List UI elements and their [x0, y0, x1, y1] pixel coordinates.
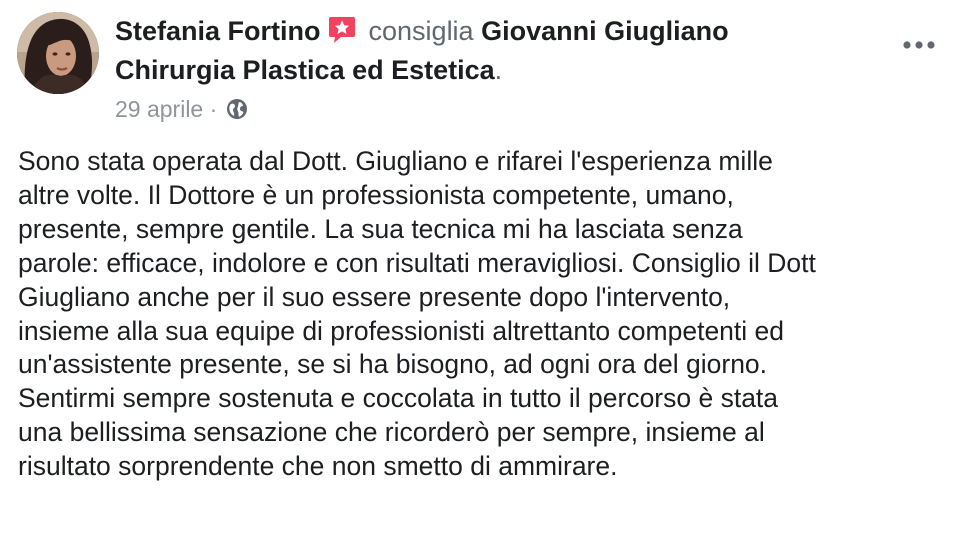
- globe-icon[interactable]: [226, 98, 248, 120]
- more-options-icon: [903, 41, 935, 49]
- page-name-line1[interactable]: Giovanni Giugliano: [481, 16, 729, 46]
- post-body-text: Sono stata operata dal Dott. Giugliano e…: [18, 146, 816, 482]
- page-name-suffix: .: [494, 55, 503, 85]
- author-name[interactable]: Stefania Fortino: [115, 16, 321, 46]
- post-header-line2: Chirurgia Plastica ed Estetica.: [115, 53, 502, 87]
- post-date[interactable]: 29 aprile: [115, 96, 203, 122]
- recommendation-star-icon: [327, 15, 357, 45]
- meta-separator: ·: [209, 96, 218, 122]
- author-avatar[interactable]: [17, 12, 99, 94]
- action-text: consiglia: [368, 16, 474, 46]
- page-name-line2[interactable]: Chirurgia Plastica ed Estetica: [115, 55, 495, 85]
- post-meta: 29 aprile ·: [115, 95, 248, 123]
- more-options-button[interactable]: [898, 30, 940, 60]
- post-header-line1: Stefania Fortino consiglia Giovanni Giugl…: [115, 14, 729, 48]
